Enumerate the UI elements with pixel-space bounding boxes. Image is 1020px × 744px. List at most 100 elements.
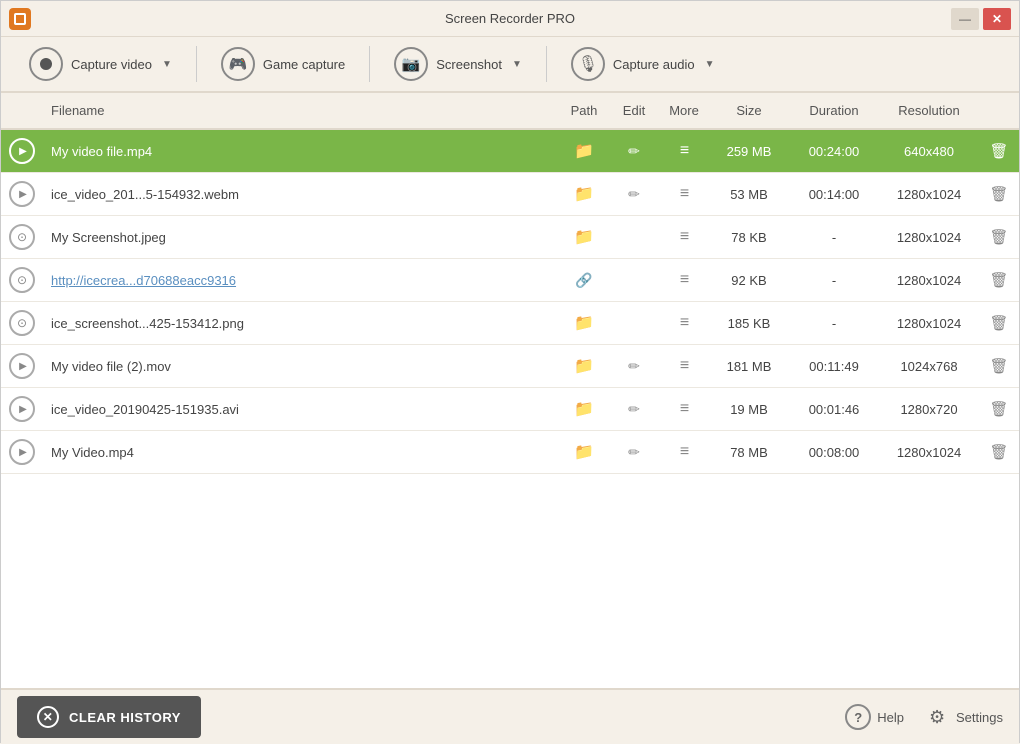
col-path: Path (559, 93, 609, 129)
delete-trash-icon[interactable]: 🗑 (989, 143, 1008, 160)
edit-pencil-icon[interactable]: ✏ (628, 358, 640, 374)
separator-3 (546, 46, 547, 82)
play-button[interactable]: ▶ (9, 353, 35, 379)
row-more[interactable]: ≡ (659, 388, 709, 431)
table-row[interactable]: ▶ice_video_20190425-151935.avi📁✏≡19 MB00… (1, 388, 1019, 431)
minimize-button[interactable]: — (951, 8, 979, 30)
row-path[interactable]: 📁 (559, 431, 609, 474)
row-delete[interactable]: 🗑 (979, 216, 1019, 259)
play-button[interactable]: ▶ (9, 396, 35, 422)
play-button[interactable]: ▶ (9, 439, 35, 465)
row-path[interactable]: 📁 (559, 173, 609, 216)
table-row[interactable]: ⊙http://icecrea...d70688eacc9316🔗≡92 KB-… (1, 259, 1019, 302)
row-duration: 00:11:49 (789, 345, 879, 388)
row-edit[interactable] (609, 216, 659, 259)
more-menu-icon[interactable]: ≡ (680, 314, 688, 331)
row-edit[interactable]: ✏ (609, 173, 659, 216)
capture-video-label: Capture video (71, 57, 152, 72)
settings-button[interactable]: ⚙ Settings (924, 704, 1003, 730)
screenshot-button[interactable]: 📷 Screenshot ▼ (382, 41, 534, 87)
row-path[interactable]: 📁 (559, 388, 609, 431)
row-more[interactable]: ≡ (659, 431, 709, 474)
delete-trash-icon[interactable]: 🗑 (989, 186, 1008, 203)
more-menu-icon[interactable]: ≡ (680, 443, 688, 460)
row-path[interactable]: 🔗 (559, 259, 609, 302)
table-row[interactable]: ⊙ice_screenshot...425-153412.png📁≡185 KB… (1, 302, 1019, 345)
edit-pencil-icon[interactable]: ✏ (628, 143, 640, 159)
row-more[interactable]: ≡ (659, 216, 709, 259)
row-path[interactable]: 📁 (559, 216, 609, 259)
row-more[interactable]: ≡ (659, 173, 709, 216)
row-edit[interactable]: ✏ (609, 129, 659, 173)
table-row[interactable]: ▶My Video.mp4📁✏≡78 MB00:08:001280x1024🗑 (1, 431, 1019, 474)
row-edit[interactable]: ✏ (609, 431, 659, 474)
row-edit[interactable]: ✏ (609, 388, 659, 431)
more-menu-icon[interactable]: ≡ (680, 228, 688, 245)
capture-video-icon (29, 47, 63, 81)
row-duration: 00:01:46 (789, 388, 879, 431)
filename-link[interactable]: http://icecrea...d70688eacc9316 (51, 273, 236, 288)
delete-trash-icon[interactable]: 🗑 (989, 358, 1008, 375)
folder-icon[interactable]: 📁 (574, 186, 594, 203)
row-size: 53 MB (709, 173, 789, 216)
row-delete[interactable]: 🗑 (979, 388, 1019, 431)
more-menu-icon[interactable]: ≡ (680, 185, 688, 202)
play-button[interactable]: ▶ (9, 181, 35, 207)
table-row[interactable]: ▶ ice_video_201...5-154932.webm 📁 ✏ ≡ 53 MB00… (1, 173, 1019, 216)
more-menu-icon[interactable]: ≡ (680, 271, 688, 288)
game-capture-button[interactable]: 🎮 Game capture (209, 41, 357, 87)
more-menu-icon[interactable]: ≡ (680, 142, 688, 159)
folder-icon[interactable]: 📁 (574, 401, 594, 418)
row-filename[interactable]: http://icecrea...d70688eacc9316 (43, 259, 559, 302)
col-filename: Filename (43, 93, 559, 129)
row-path[interactable]: 📁 (559, 302, 609, 345)
delete-trash-icon[interactable]: 🗑 (989, 272, 1008, 289)
clear-history-button[interactable]: ✕ CLEAR HISTORY (17, 696, 201, 738)
delete-trash-icon[interactable]: 🗑 (989, 229, 1008, 246)
app-title: Screen Recorder PRO (445, 11, 575, 26)
row-delete[interactable]: 🗑 (979, 129, 1019, 173)
close-button[interactable]: ✕ (983, 8, 1011, 30)
row-resolution: 1280x1024 (879, 302, 979, 345)
folder-icon[interactable]: 📁 (574, 315, 594, 332)
table-row[interactable]: ⊙My Screenshot.jpeg📁≡78 KB-1280x1024🗑 (1, 216, 1019, 259)
help-button[interactable]: ? Help (845, 704, 904, 730)
row-more[interactable]: ≡ (659, 259, 709, 302)
row-filename: ice_video_201...5-154932.webm (43, 173, 559, 216)
row-delete[interactable]: 🗑 (979, 345, 1019, 388)
row-delete[interactable]: 🗑 (979, 173, 1019, 216)
capture-audio-button[interactable]: 🎙 Capture audio ▼ (559, 41, 727, 87)
screenshot-type-icon: ⊙ (9, 224, 35, 250)
table-row[interactable]: ▶My video file.mp4📁✏≡259 MB00:24:00640x4… (1, 129, 1019, 173)
play-button[interactable]: ▶ (9, 138, 35, 164)
folder-icon[interactable]: 📁 (574, 444, 594, 461)
delete-trash-icon[interactable]: 🗑 (989, 401, 1008, 418)
folder-icon[interactable]: 📁 (574, 143, 594, 160)
row-more[interactable]: ≡ (659, 302, 709, 345)
row-delete[interactable]: 🗑 (979, 431, 1019, 474)
row-edit[interactable] (609, 302, 659, 345)
more-menu-icon[interactable]: ≡ (680, 400, 688, 417)
row-more[interactable]: ≡ (659, 345, 709, 388)
edit-pencil-icon[interactable]: ✏ (628, 401, 640, 417)
delete-trash-icon[interactable]: 🗑 (989, 444, 1008, 461)
row-path[interactable]: 📁 (559, 345, 609, 388)
capture-video-button[interactable]: Capture video ▼ (17, 41, 184, 87)
edit-pencil-icon[interactable]: ✏ (628, 186, 640, 202)
edit-pencil-icon[interactable]: ✏ (628, 444, 640, 460)
row-filename: ice_screenshot...425-153412.png (43, 302, 559, 345)
row-edit[interactable]: ✏ (609, 345, 659, 388)
row-more[interactable]: ≡ (659, 129, 709, 173)
row-size: 259 MB (709, 129, 789, 173)
row-edit[interactable] (609, 259, 659, 302)
folder-icon[interactable]: 📁 (574, 229, 594, 246)
table-row[interactable]: ▶My video file (2).mov📁✏≡181 MB00:11:491… (1, 345, 1019, 388)
folder-icon[interactable]: 📁 (574, 358, 594, 375)
more-menu-icon[interactable]: ≡ (680, 357, 688, 374)
row-resolution: 1280x720 (879, 388, 979, 431)
row-delete[interactable]: 🗑 (979, 302, 1019, 345)
row-path[interactable]: 📁 (559, 129, 609, 173)
delete-trash-icon[interactable]: 🗑 (989, 315, 1008, 332)
row-delete[interactable]: 🗑 (979, 259, 1019, 302)
row-duration: 00:14:00 (789, 173, 879, 216)
